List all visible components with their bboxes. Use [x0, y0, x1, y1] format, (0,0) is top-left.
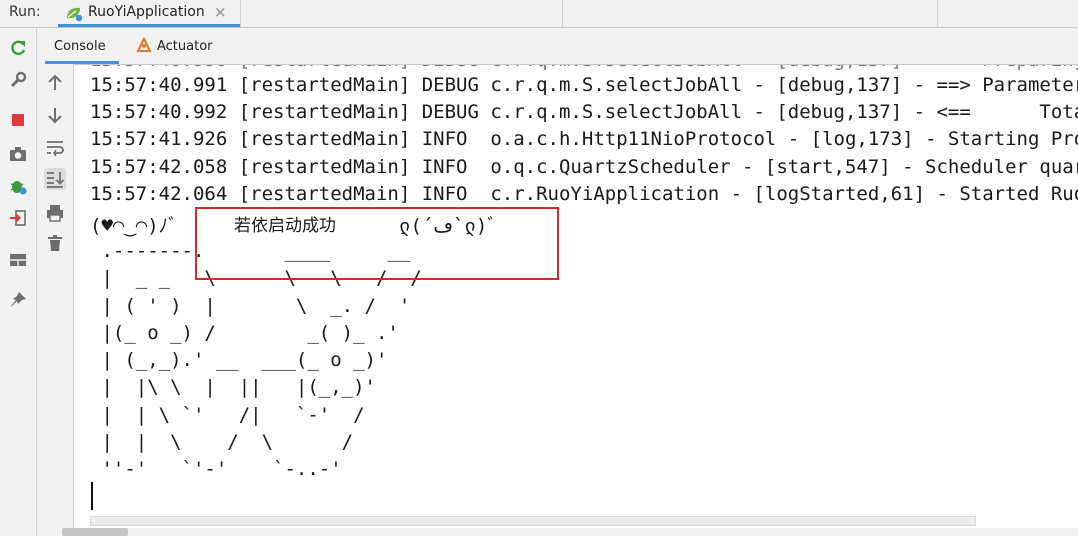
console-toolbar — [37, 64, 74, 536]
console-output[interactable]: 15:57:40.990 [restartedMain] DEBUG c.r.q… — [74, 65, 1078, 536]
run-tool-window-header: Run: RuoYiApplication × — [0, 0, 1078, 28]
header-divider — [937, 0, 938, 27]
close-tab-icon[interactable]: × — [214, 3, 227, 21]
trash-icon[interactable] — [44, 232, 66, 254]
stop-icon[interactable] — [8, 110, 28, 130]
header-divider — [240, 0, 241, 27]
tab-actuator[interactable]: Actuator — [133, 28, 229, 64]
bottom-scroll-track[interactable] — [37, 528, 1078, 536]
log-line: 15:57:42.064 [restartedMain] INFO c.r.Ru… — [90, 183, 1078, 205]
soft-wrap-icon[interactable] — [44, 136, 66, 158]
ascii-art-banner: .-------. ____ __ | _ _ \ \ \ / / | ( ' … — [101, 240, 422, 481]
scroll-to-end-icon[interactable] — [44, 168, 66, 190]
log-line: 15:57:40.992 [restartedMain] DEBUG c.r.q… — [90, 101, 1078, 123]
startup-success-message: 若依启动成功 — [234, 216, 336, 236]
wrench-icon[interactable] — [8, 70, 28, 90]
up-arrow-icon[interactable] — [44, 72, 66, 94]
camera-icon[interactable] — [8, 144, 28, 164]
log-line: 15:57:41.926 [restartedMain] INFO o.a.c.… — [90, 128, 1078, 150]
rerun-icon[interactable] — [8, 38, 28, 58]
bottom-scroll-thumb[interactable] — [62, 528, 128, 536]
layout-icon[interactable] — [8, 250, 28, 270]
run-tab-title: RuoYiApplication — [88, 4, 205, 20]
tool-window-tabs: Console Actuator — [37, 28, 1078, 65]
banner-suffix: ლ(´ڡ`ლ)ﾞ — [399, 215, 497, 237]
log-line: 15:57:42.058 [restartedMain] INFO o.q.c.… — [90, 156, 1078, 178]
run-toolbar — [0, 28, 37, 536]
banner-prefix: (♥◠‿◠)ﾉﾞ — [90, 215, 178, 237]
pin-icon[interactable] — [8, 290, 28, 310]
exit-icon[interactable] — [8, 208, 28, 228]
log-line-partial: 15:57:40.990 [restartedMain] DEBUG c.r.q… — [90, 65, 1078, 71]
down-arrow-icon[interactable] — [44, 104, 66, 126]
text-caret — [91, 482, 93, 510]
header-divider — [562, 0, 563, 27]
actuator-icon — [135, 36, 153, 55]
print-icon[interactable] — [44, 202, 66, 224]
run-label: Run: — [9, 4, 41, 20]
console-horizontal-scrollbar[interactable] — [90, 516, 976, 526]
tab-console[interactable]: Console — [45, 28, 119, 64]
spring-leaf-icon — [64, 5, 84, 23]
tab-console-label: Console — [54, 39, 106, 54]
debug-bug-icon[interactable] — [8, 176, 28, 196]
run-config-tab[interactable]: RuoYiApplication × — [58, 0, 240, 27]
tab-actuator-label: Actuator — [157, 39, 213, 54]
log-line: 15:57:40.991 [restartedMain] DEBUG c.r.q… — [90, 74, 1078, 96]
